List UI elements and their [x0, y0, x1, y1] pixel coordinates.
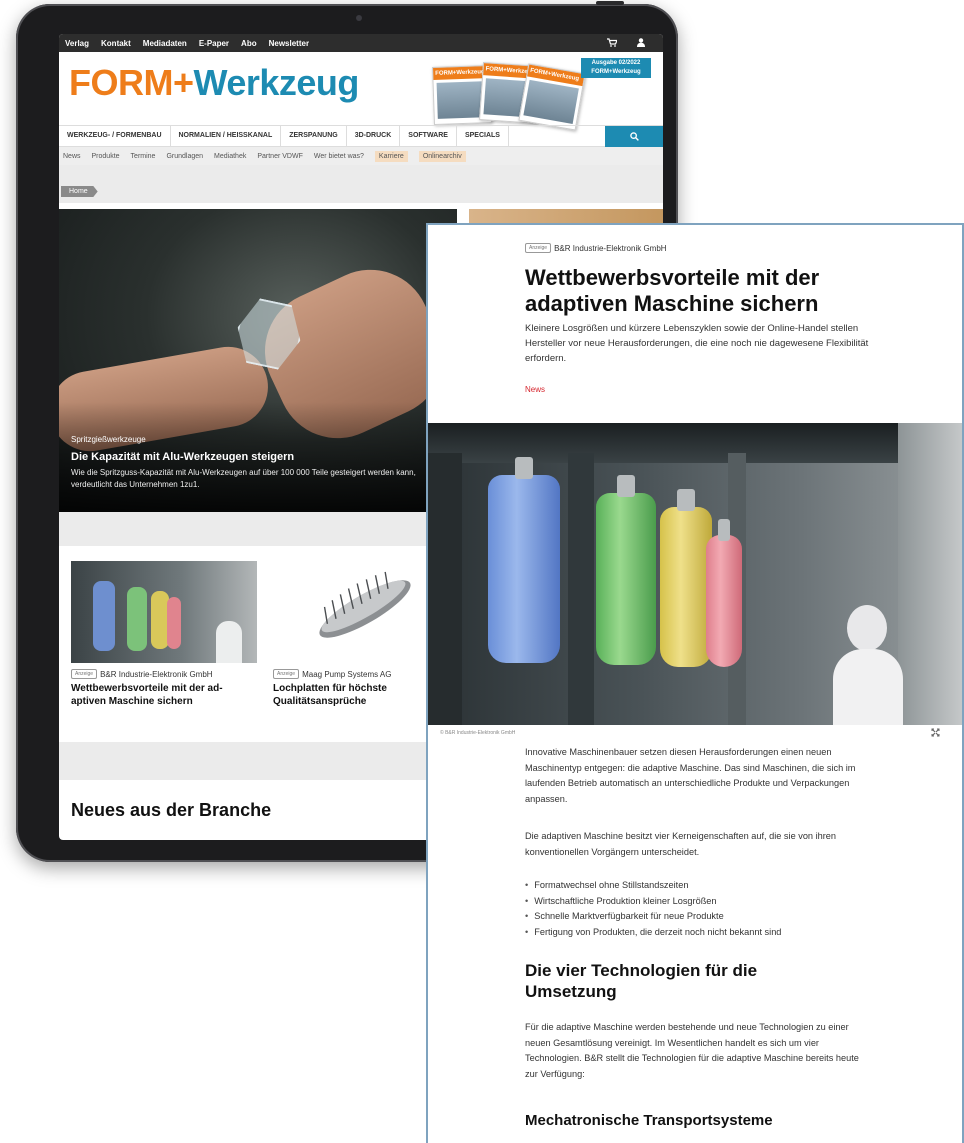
expand-icon[interactable] — [931, 728, 940, 739]
site-logo[interactable]: FORM+Werkzeug — [69, 62, 359, 104]
machine-top — [428, 423, 962, 463]
search-button[interactable] — [605, 126, 663, 147]
subsection-heading: Mechatronische Transportsysteme — [525, 1112, 773, 1129]
article-paragraph-3: Für die adaptive Maschine werden bestehe… — [525, 1022, 859, 1079]
main-navigation: WERKZEUG- / FORMENBAU NORMALIEN / HEISSK… — [59, 125, 663, 147]
subnav-partner-vdwf[interactable]: Partner VDWF — [257, 153, 303, 160]
subnav-onlinearchiv[interactable]: Onlinearchiv — [418, 150, 466, 162]
composite-stage: Verlag Kontakt Mediadaten E-Paper Abo Ne… — [0, 0, 964, 1143]
magazine-cover[interactable]: FORM+Werkzeug — [518, 63, 586, 131]
topnav-mediadaten[interactable]: Mediadaten — [143, 39, 187, 48]
cover-image — [523, 79, 579, 124]
machine-frame — [428, 453, 462, 725]
topnav-kontakt[interactable]: Kontakt — [101, 39, 131, 48]
machine-frame — [898, 423, 962, 725]
article-image[interactable] — [428, 423, 962, 725]
issue-line-2: FORM+Werkzeug — [591, 69, 641, 75]
mainnav-normalien-heisskanal[interactable]: NORMALIEN / HEISSKANAL — [171, 125, 282, 147]
card-meta: Anzeige B&R Industrie-Elektronik GmbH — [71, 669, 257, 679]
topnav-abo[interactable]: Abo — [241, 39, 257, 48]
feature-list: Formatwechsel ohne Stillstandszeiten Wir… — [525, 878, 781, 940]
blue-bottle — [488, 457, 560, 663]
green-bottle — [596, 475, 656, 665]
section-title: Neues aus der Branche — [71, 800, 272, 820]
subnav-wer-bietet-was[interactable]: Wer bietet was? — [314, 153, 364, 160]
subnav-produkte[interactable]: Produkte — [92, 153, 120, 160]
image-credit: © B&R Industrie-Elektronik GmbH — [440, 730, 516, 736]
hero-description: Wie die Spritzguss-Kapazität mit Alu-Wer… — [71, 468, 416, 489]
article-page: Anzeige B&R Industrie-Elektronik GmbH We… — [426, 223, 964, 1143]
breadcrumb-home[interactable]: Home — [61, 186, 98, 197]
mainnav-3d-druck[interactable]: 3D-DRUCK — [347, 125, 401, 147]
article-meta: Anzeige B&R Industrie-Elektronik GmbH — [525, 243, 667, 253]
top-navigation: Verlag Kontakt Mediadaten E-Paper Abo Ne… — [59, 34, 663, 52]
article-paragraph-2: Die adaptiven Maschine besitzt vier Kern… — [525, 831, 837, 857]
list-item: Wirtschaftliche Produktion kleiner Losgr… — [525, 894, 781, 910]
mainnav-zerspanung[interactable]: ZERSPANUNG — [281, 125, 347, 147]
article-company[interactable]: B&R Industrie-Elektronik GmbH — [554, 244, 666, 253]
ad-tag: Anzeige — [525, 243, 552, 253]
yellow-bottle — [660, 489, 712, 667]
pink-bottle — [706, 519, 742, 667]
machine-frame — [568, 453, 594, 725]
issue-badge[interactable]: Ausgabe 02/2022 FORM+Werkzeug — [581, 58, 651, 78]
power-button — [596, 1, 624, 5]
article-lead: Kleinere Losgrößen und kürzere Lebenszyk… — [525, 323, 869, 364]
hero-category: Spritzgießwerkzeuge — [71, 435, 146, 444]
ad-tag: Anzeige — [71, 669, 98, 679]
article-paragraph-1: Innovative Maschinenbauer setzen diesen … — [525, 747, 856, 804]
masthead: FORM+Werkzeug FORM+Werkzeug FORM+Werkzeu… — [59, 52, 663, 131]
user-icon[interactable] — [637, 37, 645, 49]
mainnav-software[interactable]: SOFTWARE — [400, 125, 457, 147]
hero-title[interactable]: Die Kapazität mit Alu-Werkzeugen steiger… — [71, 451, 294, 463]
article-title: Wettbewerbsvorteile mit der adaptiven Ma… — [525, 265, 820, 316]
card-image — [71, 561, 257, 663]
issue-line-1: Ausgabe 02/2022 — [591, 60, 641, 66]
logo-form: FORM+ — [69, 62, 194, 103]
subnav-grundlagen[interactable]: Grundlagen — [166, 153, 203, 160]
search-icon — [629, 132, 639, 141]
mainnav-werkzeug-formenbau[interactable]: WERKZEUG- / FORMENBAU — [59, 125, 171, 147]
card-company: B&R Industrie-Elektronik GmbH — [100, 669, 213, 679]
subnav-news[interactable]: News — [63, 153, 81, 160]
card-title[interactable]: Wettbewerbsvorteile mit der ad-aptiven M… — [71, 682, 257, 708]
worker-figure — [833, 605, 903, 725]
list-item: Formatwechsel ohne Stillstandszeiten — [525, 878, 781, 894]
hero-teaser[interactable]: Spritzgießwerkzeuge Die Kapazität mit Al… — [59, 209, 457, 512]
ad-tag: Anzeige — [273, 669, 300, 679]
subnav-karriere[interactable]: Karriere — [374, 150, 408, 162]
topnav-newsletter[interactable]: Newsletter — [269, 39, 309, 48]
subnav-mediathek[interactable]: Mediathek — [214, 153, 246, 160]
subnav-termine[interactable]: Termine — [131, 153, 156, 160]
list-item: Schnelle Marktverfügbarkeit für neue Pro… — [525, 909, 781, 925]
mainnav-specials[interactable]: SPECIALS — [457, 125, 509, 147]
logo-werkzeug: Werkzeug — [193, 62, 360, 103]
topnav-verlag[interactable]: Verlag — [65, 39, 89, 48]
camera-icon — [356, 15, 362, 21]
list-item: Fertigung von Produkten, die derzeit noc… — [525, 925, 781, 941]
sub-navigation: News Produkte Termine Grundlagen Mediath… — [59, 147, 663, 165]
topnav-epaper[interactable]: E-Paper — [199, 39, 229, 48]
card-company: Maag Pump Systems AG — [302, 669, 392, 679]
section-heading: Die vier Technologien für die Umsetzung — [525, 961, 758, 1001]
article-card[interactable]: Anzeige B&R Industrie-Elektronik GmbH We… — [71, 561, 257, 708]
breadcrumb: Home — [59, 165, 663, 203]
article-category-link[interactable]: News — [525, 385, 545, 394]
cart-icon[interactable] — [607, 37, 618, 49]
